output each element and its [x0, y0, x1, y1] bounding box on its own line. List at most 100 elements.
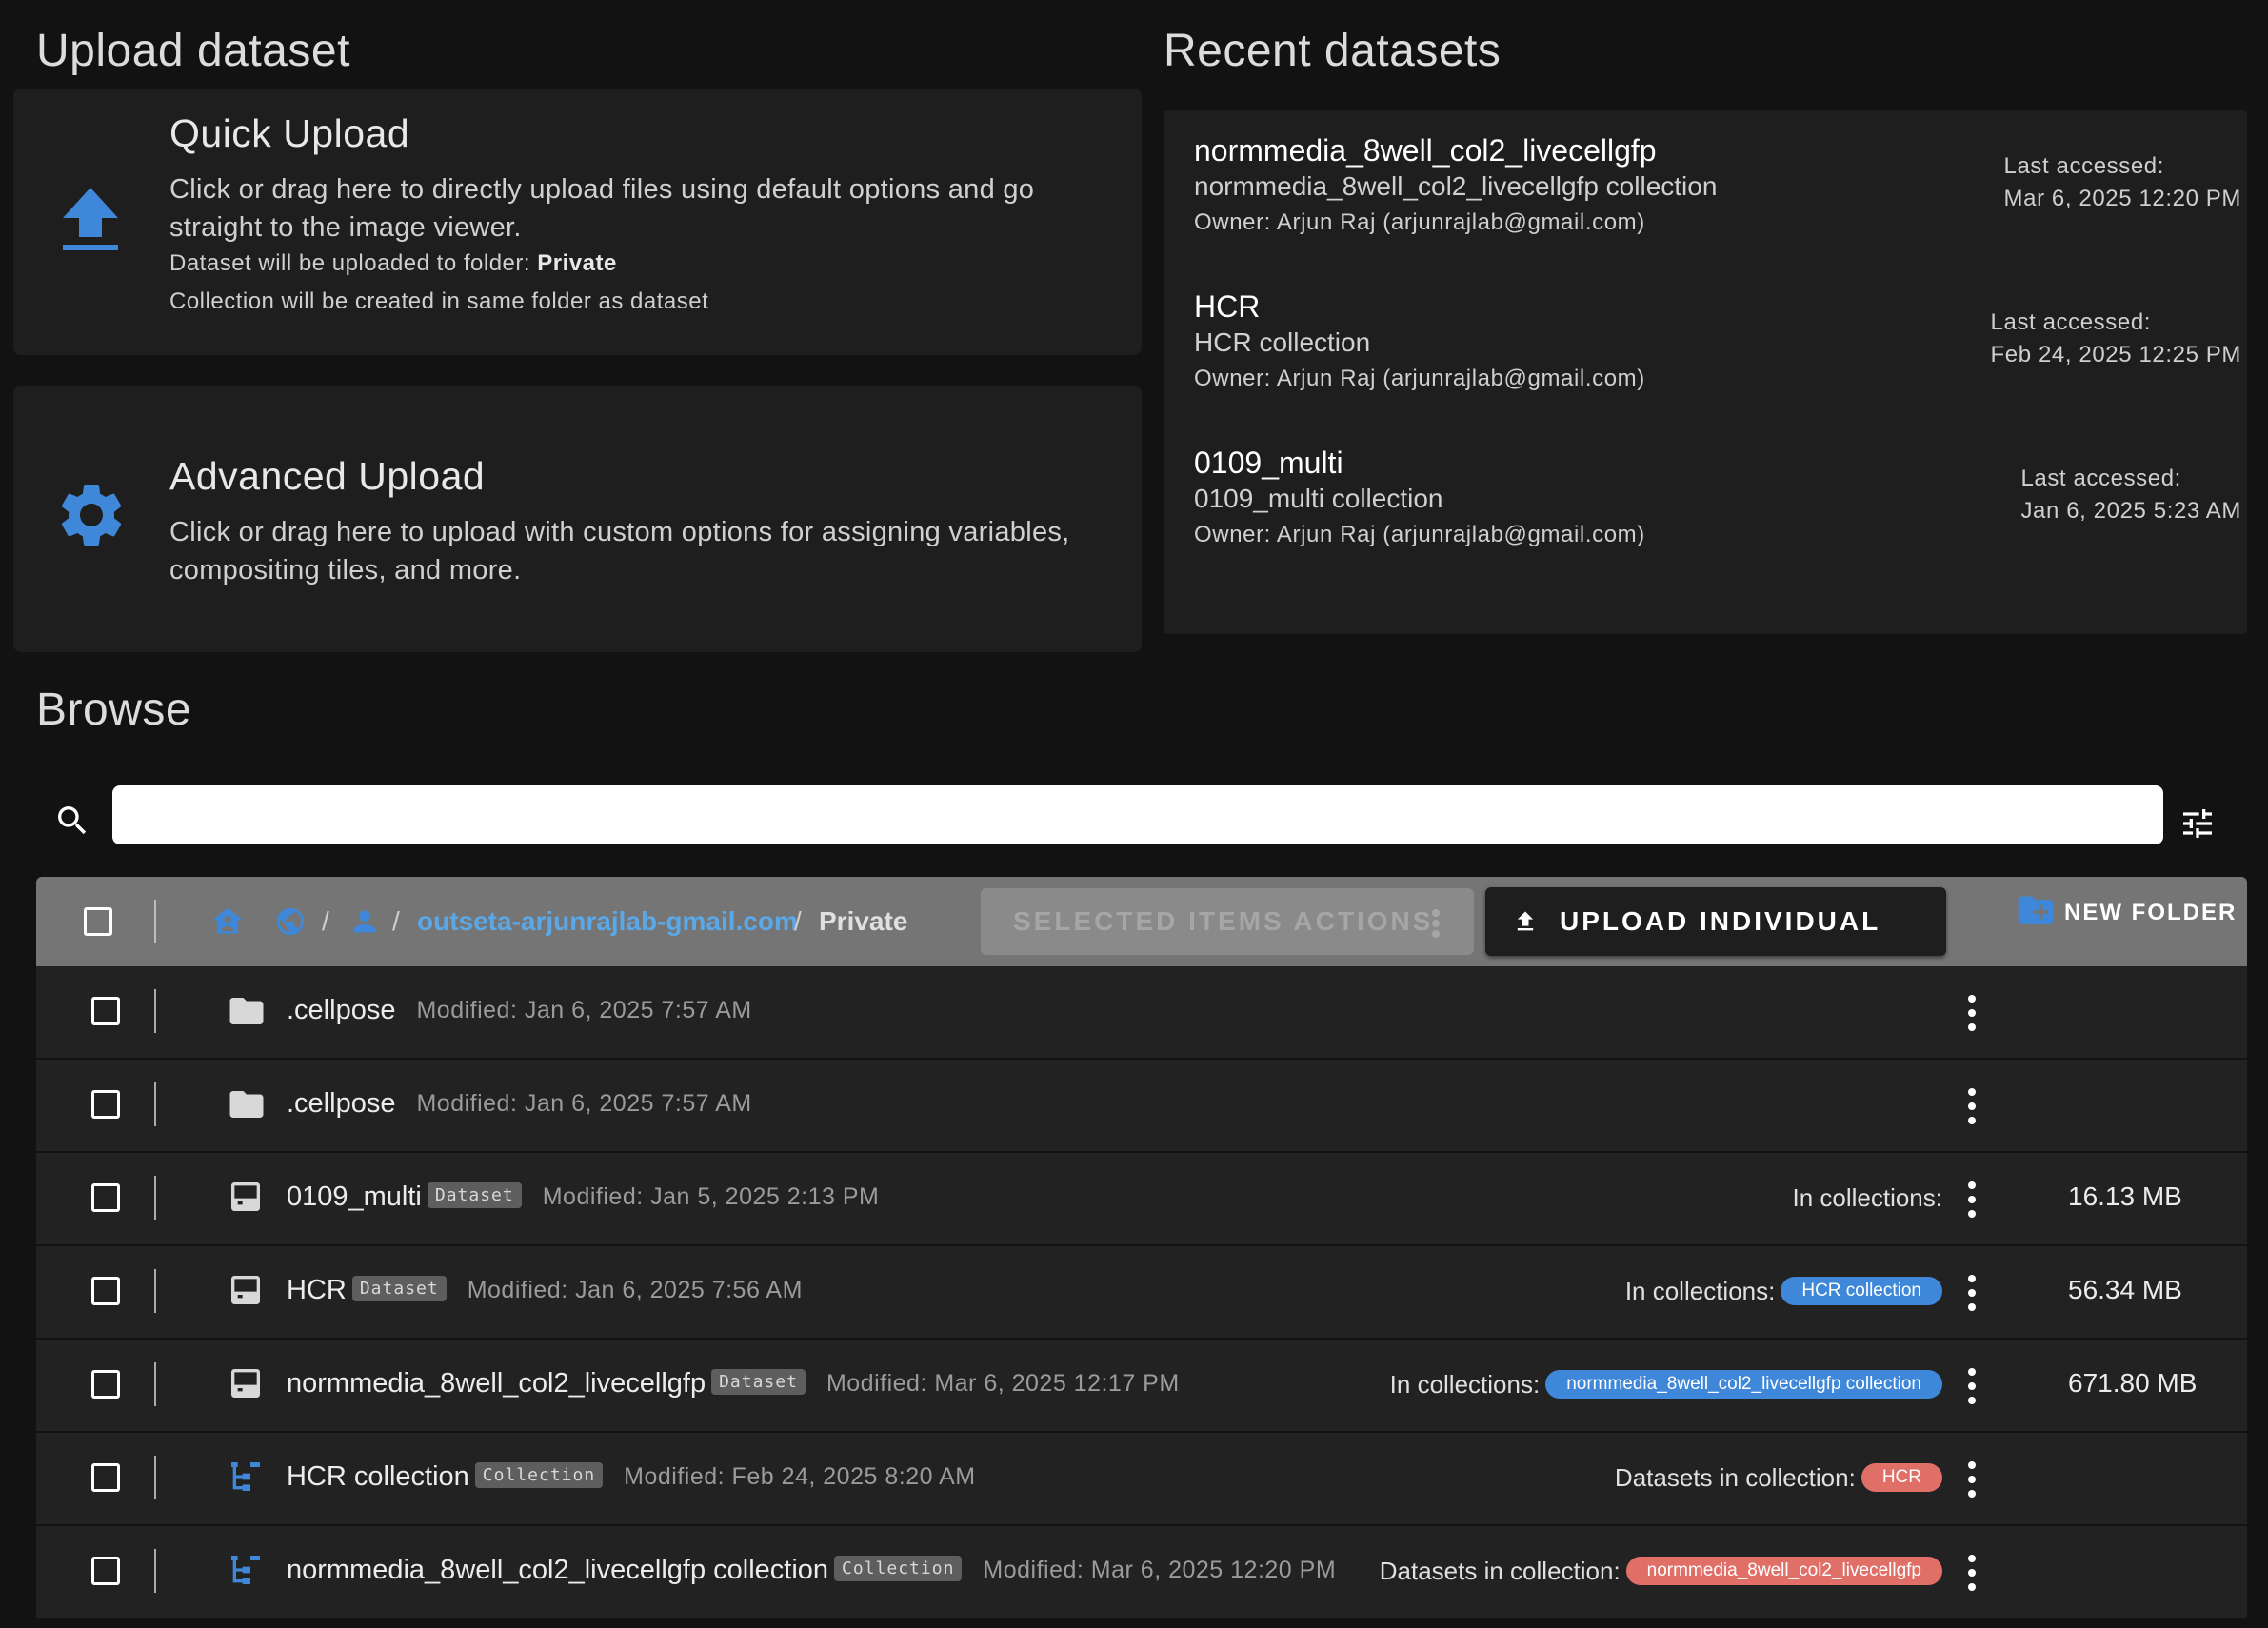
search-input[interactable]	[112, 785, 2163, 844]
type-tag: Dataset	[351, 1275, 447, 1301]
last-accessed-label: Last accessed:	[2020, 466, 2181, 491]
row-name[interactable]: .cellpose	[287, 1088, 395, 1119]
row-name-cell: 0109_multi Dataset Modified: Jan 5, 2025 2…	[287, 1181, 879, 1213]
quick-upload-collection-note: Collection will be created in same folde…	[169, 288, 709, 314]
breadcrumb-separator: /	[322, 906, 329, 936]
recent-dataset-item[interactable]: HCR HCR collection Owner: Arjun Raj (arj…	[1194, 289, 2241, 442]
row-name-cell: HCR collection Collection Modified: Feb 24…	[287, 1461, 976, 1493]
browse-section-title: Browse	[36, 685, 192, 735]
filter-settings-icon[interactable]	[2178, 804, 2217, 843]
row-checkbox[interactable]	[91, 997, 120, 1025]
row-name[interactable]: .cellpose	[287, 995, 395, 1025]
dataset-chip[interactable]: HCR	[1860, 1463, 1942, 1493]
row-checkbox[interactable]	[91, 1090, 120, 1119]
collection-chip[interactable]: normmedia_8well_col2_livecellgfp collect…	[1545, 1370, 1942, 1400]
row-divider	[154, 1362, 156, 1406]
table-row[interactable]: HCR Dataset Modified: Jan 6, 2025 7:56 AM …	[36, 1246, 2247, 1340]
collections-cell: In collections: HCR collection	[1625, 1277, 1942, 1307]
row-checkbox[interactable]	[91, 1557, 120, 1585]
recent-dataset-item[interactable]: normmedia_8well_col2_livecellgfp normmed…	[1194, 133, 2241, 286]
row-menu-button[interactable]	[1965, 1368, 1977, 1404]
upload-section-title: Upload dataset	[36, 26, 350, 76]
row-checkbox[interactable]	[91, 1183, 120, 1212]
new-folder-button[interactable]: NEW FOLDER	[1979, 894, 2237, 932]
search-icon	[58, 806, 87, 835]
row-modified: Modified: Mar 6, 2025 12:20 PM	[983, 1556, 1337, 1583]
table-row[interactable]: HCR collection Collection Modified: Feb 24…	[36, 1433, 2247, 1526]
recent-dataset-owner: Owner: Arjun Raj (arjunrajlab@gmail.com)	[1194, 209, 1645, 235]
table-row[interactable]: .cellpose Modified: Jan 6, 2025 7:57 AM	[36, 1060, 2247, 1153]
recent-dataset-name[interactable]: HCR	[1194, 289, 1260, 325]
collections-cell: Datasets in collection: normmedia_8well_c…	[1380, 1557, 1942, 1587]
advanced-upload-card[interactable]: Advanced Upload Click or drag here to up…	[13, 386, 1142, 652]
folder-icon	[229, 1091, 264, 1118]
row-name-cell: HCR Dataset Modified: Jan 6, 2025 7:56 AM	[287, 1275, 803, 1306]
breadcrumb-user-folder[interactable]: outseta-arjunrajlab-gmail.com	[417, 906, 798, 937]
row-checkbox[interactable]	[91, 1370, 120, 1399]
row-name[interactable]: HCR	[287, 1275, 347, 1305]
upload-individual-file-button[interactable]: UPLOAD INDIVIDUAL FILE	[1485, 887, 1946, 1004]
recent-dataset-name[interactable]: 0109_multi	[1194, 446, 1343, 481]
collections-cell: Datasets in collection: HCR	[1615, 1463, 1942, 1494]
last-accessed-time: Mar 6, 2025 12:20 PM	[2003, 186, 2241, 211]
table-row[interactable]: normmedia_8well_col2_livecellgfp collect…	[36, 1526, 2247, 1619]
row-divider	[154, 1082, 156, 1126]
table-header: / / outseta-arjunrajlab-gmail.com / Priv…	[36, 877, 2247, 1004]
row-name-cell: normmedia_8well_col2_livecellgfp Dataset M…	[287, 1368, 1180, 1400]
row-name[interactable]: 0109_multi	[287, 1181, 422, 1212]
create-folder-icon	[2018, 896, 2054, 924]
dataset-icon	[231, 1276, 260, 1304]
table-row[interactable]: .cellpose Modified: Jan 6, 2025 7:57 AM	[36, 966, 2247, 1060]
type-tag: Dataset	[427, 1181, 522, 1208]
table-row[interactable]: normmedia_8well_col2_livecellgfp Dataset M…	[36, 1340, 2247, 1433]
public-globe-icon[interactable]	[274, 905, 307, 938]
recent-datasets-panel: normmedia_8well_col2_livecellgfp normmed…	[1164, 110, 2247, 634]
recent-dataset-name[interactable]: normmedia_8well_col2_livecellgfp	[1194, 133, 1657, 169]
row-divider	[154, 1269, 156, 1313]
collection-chip[interactable]: HCR collection	[1781, 1277, 1942, 1306]
upload-icon	[1517, 911, 1534, 931]
user-icon[interactable]	[348, 905, 381, 938]
row-divider	[154, 1549, 156, 1593]
row-menu-button[interactable]	[1965, 1181, 1977, 1218]
row-menu-button[interactable]	[1965, 1555, 1977, 1591]
row-size: 56.34 MB	[2068, 1275, 2182, 1304]
selected-items-actions-label: SELECTED ITEMS ACTIONS	[1013, 906, 1434, 936]
advanced-upload-title: Advanced Upload	[169, 454, 486, 498]
row-checkbox[interactable]	[91, 1463, 120, 1492]
quick-upload-card[interactable]: Quick Upload Click or drag here to direc…	[13, 89, 1142, 355]
recent-dataset-item[interactable]: 0109_multi 0109_multi collection Owner: …	[1194, 446, 2241, 598]
quick-upload-folder-info: Dataset will be uploaded to folder: Priv…	[169, 245, 617, 283]
table-row[interactable]: 0109_multi Dataset Modified: Jan 5, 2025 2…	[36, 1153, 2247, 1246]
folder-info-name: Private	[537, 250, 617, 276]
row-name-cell: .cellpose Modified: Jan 6, 2025 7:57 AM	[287, 995, 752, 1026]
row-divider	[154, 1176, 156, 1220]
row-menu-button[interactable]	[1965, 1461, 1977, 1498]
row-modified: Modified: Jan 6, 2025 7:56 AM	[467, 1276, 803, 1303]
row-checkbox[interactable]	[91, 1277, 120, 1305]
recent-dataset-collection: HCR collection	[1194, 328, 1371, 357]
row-modified: Modified: Feb 24, 2025 8:20 AM	[624, 1462, 976, 1490]
recent-section-title: Recent datasets	[1164, 26, 1502, 76]
row-size: 16.13 MB	[2068, 1181, 2182, 1211]
advanced-upload-description: Click or drag here to upload with custom…	[169, 517, 1070, 586]
row-name[interactable]: normmedia_8well_col2_livecellgfp	[287, 1368, 706, 1399]
row-modified: Modified: Mar 6, 2025 12:17 PM	[826, 1369, 1180, 1397]
recent-dataset-collection: 0109_multi collection	[1194, 484, 1443, 513]
datasets-in-collection-label: Datasets in collection:	[1379, 1557, 1621, 1585]
row-name-cell: .cellpose Modified: Jan 6, 2025 7:57 AM	[287, 1088, 752, 1120]
home-folder-icon[interactable]	[209, 903, 246, 940]
recent-dataset-collection: normmedia_8well_col2_livecellgfp collect…	[1194, 171, 1718, 201]
row-menu-button[interactable]	[1965, 1275, 1977, 1311]
collections-cell: In collections:	[1792, 1183, 1942, 1213]
select-all-checkbox[interactable]	[84, 907, 112, 936]
dataset-chip[interactable]: normmedia_8well_col2_livecellgfp	[1625, 1557, 1942, 1586]
row-menu-button[interactable]	[1965, 1088, 1977, 1124]
row-name[interactable]: normmedia_8well_col2_livecellgfp collect…	[287, 1555, 828, 1585]
row-modified: Modified: Jan 5, 2025 2:13 PM	[542, 1182, 880, 1210]
row-menu-button[interactable]	[1965, 995, 1977, 1031]
type-tag: Dataset	[711, 1368, 806, 1395]
more-vert-icon	[1432, 909, 1440, 938]
row-name[interactable]: HCR collection	[287, 1461, 469, 1492]
dataset-icon	[231, 1182, 260, 1211]
